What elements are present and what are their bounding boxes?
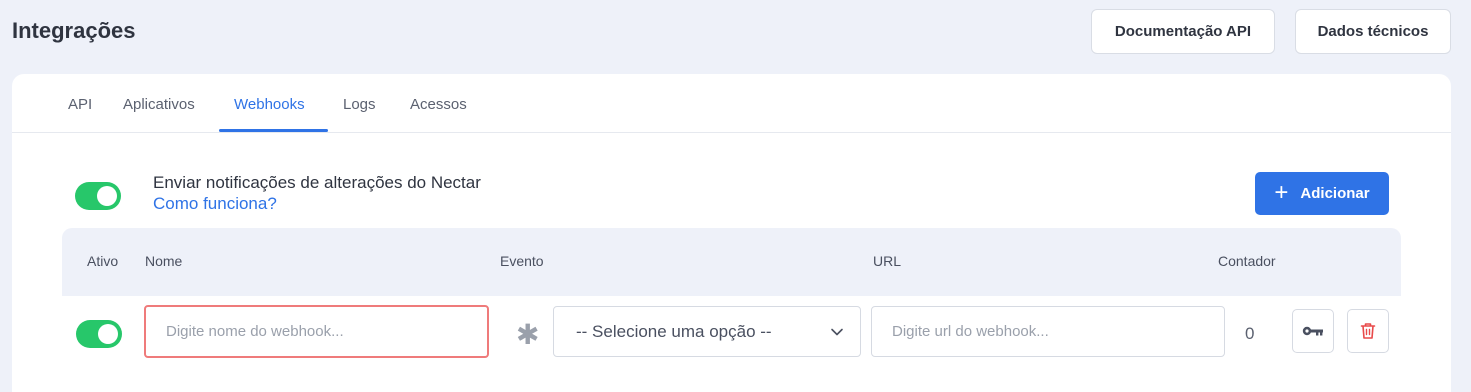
event-select[interactable]: -- Selecione uma opção --	[553, 306, 861, 357]
tab-webhooks[interactable]: Webhooks	[234, 96, 305, 113]
how-it-works-link[interactable]: Como funciona?	[153, 194, 277, 214]
required-marker: ✱	[516, 319, 540, 350]
add-button-label: Adicionar	[1300, 185, 1370, 202]
webhook-url-input[interactable]: Digite url do webhook...	[871, 306, 1225, 357]
integrations-card: API Aplicativos Webhooks Logs Acessos En…	[12, 74, 1451, 392]
key-icon	[1302, 326, 1323, 336]
column-evento: Evento	[500, 253, 544, 269]
toggle-knob	[97, 186, 117, 206]
tab-api[interactable]: API	[68, 96, 92, 113]
technical-data-button[interactable]: Dados técnicos	[1295, 9, 1451, 54]
webhook-name-input[interactable]: Digite nome do webhook...	[144, 305, 489, 358]
toggle-knob	[98, 324, 118, 344]
chevron-down-icon	[831, 328, 843, 336]
tab-acessos[interactable]: Acessos	[410, 96, 467, 113]
plus-icon: +	[1274, 178, 1289, 206]
column-contador: Contador	[1218, 253, 1276, 269]
tab-aplicativos[interactable]: Aplicativos	[123, 96, 195, 113]
tab-logs[interactable]: Logs	[343, 96, 376, 113]
column-ativo: Ativo	[87, 253, 119, 269]
page-title: Integrações	[12, 18, 136, 43]
webhook-active-toggle[interactable]	[76, 320, 122, 348]
notifications-label: Enviar notificações de alterações do Nec…	[153, 173, 481, 192]
documentation-api-button[interactable]: Documentação API	[1091, 9, 1275, 54]
webhook-delete-button[interactable]	[1347, 309, 1389, 353]
active-tab-indicator	[219, 129, 328, 132]
event-select-value: -- Selecione uma opção --	[576, 321, 772, 341]
column-nome: Nome	[145, 253, 183, 269]
add-webhook-button[interactable]: + Adicionar	[1255, 172, 1389, 215]
column-url: URL	[873, 253, 902, 269]
tab-bar: API Aplicativos Webhooks Logs Acessos	[12, 74, 1451, 133]
table-header: Ativo Nome Evento URL Contador	[62, 228, 1401, 296]
webhook-counter: 0	[1245, 324, 1255, 343]
trash-icon	[1360, 323, 1376, 339]
notifications-toggle[interactable]	[75, 182, 121, 210]
webhook-key-button[interactable]	[1292, 309, 1334, 353]
